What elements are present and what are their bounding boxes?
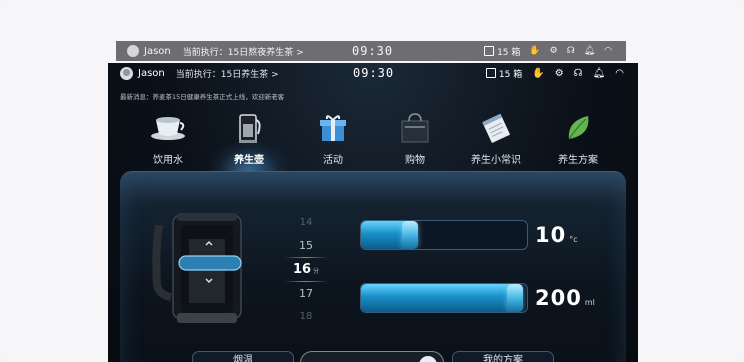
toggle-knob bbox=[419, 356, 437, 362]
menu-item-water[interactable]: 饮用水 bbox=[128, 111, 208, 166]
menu-label: 购物 bbox=[405, 155, 425, 166]
box-icon bbox=[484, 45, 495, 56]
user-name: Jason bbox=[144, 45, 171, 57]
picker-option[interactable]: 17 bbox=[284, 282, 328, 305]
my-plan-button[interactable]: 我的方案 bbox=[452, 351, 554, 362]
kettle-image bbox=[152, 213, 242, 323]
menu-item-kettle[interactable]: 养生壶 bbox=[209, 111, 289, 166]
avatar[interactable] bbox=[120, 66, 133, 80]
time-picker[interactable]: 14 15 16 分 17 18 bbox=[284, 211, 328, 328]
volume-fill bbox=[361, 284, 523, 312]
menu-label: 养生壶 bbox=[234, 155, 264, 166]
bell-icon: 🔔︎ bbox=[583, 46, 596, 56]
clock: 09:30 bbox=[353, 66, 395, 80]
gift-icon bbox=[320, 115, 346, 141]
gear-icon: ⚙ bbox=[549, 46, 558, 56]
box-icon bbox=[485, 67, 496, 78]
menu-label: 饮用水 bbox=[153, 155, 183, 166]
news-ticker[interactable]: 最新消息：荞麦茶15日健康养生茶正式上线，欢迎新老客 bbox=[120, 91, 284, 101]
headset-icon[interactable]: ☊ bbox=[574, 68, 583, 79]
box-count: 15 箱 bbox=[484, 45, 520, 58]
volume-handle[interactable] bbox=[507, 284, 523, 312]
status-bar: Jason 当前执行：15日养生茶 > 09:30 15 箱 ✋ ⚙ ☊ 🔔︎ … bbox=[108, 63, 638, 83]
teacup-icon bbox=[151, 117, 185, 140]
menu-item-plan[interactable]: 养生方案 bbox=[538, 111, 618, 166]
menu-label: 养生小常识 bbox=[471, 155, 521, 166]
temperature-value: 10 °c bbox=[535, 223, 578, 247]
kettle-icon bbox=[239, 114, 261, 143]
menu-item-activity[interactable]: 活动 bbox=[293, 111, 373, 166]
menu-label: 活动 bbox=[323, 155, 343, 166]
box-count[interactable]: 15 箱 bbox=[485, 67, 522, 80]
wifi-icon: ◠ bbox=[604, 46, 612, 56]
kettle-screen: Jason 当前执行：15日养生茶 > 09:30 15 箱 ✋ ⚙ ☊ 🔔︎ … bbox=[108, 63, 638, 362]
picker-selected[interactable]: 16 分 bbox=[284, 258, 328, 281]
leaf-icon bbox=[568, 116, 589, 140]
temperature-slider[interactable] bbox=[360, 220, 528, 250]
gear-icon[interactable]: ⚙ bbox=[555, 68, 564, 79]
notebook-icon bbox=[482, 113, 510, 143]
current-task-link[interactable]: 当前执行：15日养生茶 > bbox=[176, 67, 279, 80]
hand-icon[interactable]: ✋ bbox=[532, 68, 544, 79]
start-toggle[interactable] bbox=[300, 351, 444, 362]
headset-icon: ☊ bbox=[566, 46, 575, 56]
current-task: 当前执行：15日熬夜养生茶 > bbox=[182, 47, 304, 58]
menu-label: 养生方案 bbox=[558, 155, 598, 166]
menu-item-shopping[interactable]: 购物 bbox=[375, 111, 455, 166]
clock: 09:30 bbox=[352, 44, 394, 58]
background-status-bar: Jason 当前执行：15日熬夜养生茶 > 09:30 15 箱 ✋ ⚙ ☊ 🔔… bbox=[116, 41, 626, 61]
top-menu: 饮用水 养生壶 活动 购物 养生小常识 养生方案 bbox=[108, 111, 638, 167]
user-name: Jason bbox=[138, 67, 165, 79]
volume-value: 200 ml bbox=[535, 286, 595, 310]
temperature-handle[interactable] bbox=[402, 221, 418, 249]
bell-icon[interactable]: 🔔︎ bbox=[593, 68, 606, 79]
keep-warm-button[interactable]: 烟温 bbox=[192, 351, 294, 362]
menu-item-tips[interactable]: 养生小常识 bbox=[456, 111, 536, 166]
drop-icon: ✋ bbox=[529, 46, 541, 56]
picker-option[interactable]: 15 bbox=[284, 234, 328, 257]
picker-option[interactable]: 14 bbox=[284, 211, 328, 234]
shopping-bag-icon bbox=[401, 113, 429, 143]
avatar bbox=[127, 45, 139, 57]
picker-option[interactable]: 18 bbox=[284, 305, 328, 328]
volume-slider[interactable] bbox=[360, 283, 528, 313]
wifi-icon: ◠ bbox=[615, 67, 624, 79]
